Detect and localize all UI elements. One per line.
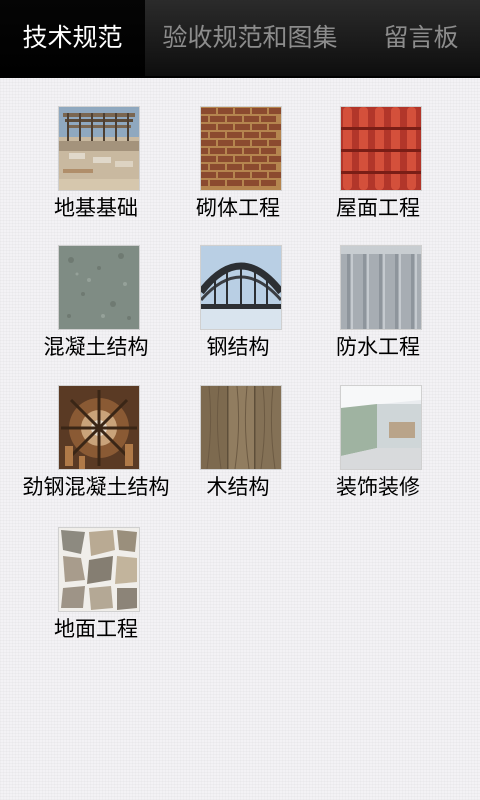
steel-reinforcement-image — [58, 385, 140, 470]
grid-item-decoration[interactable]: 装饰装修 — [298, 357, 458, 499]
grid-item-label: 地面工程 — [54, 617, 138, 641]
grid-item-waterproofing[interactable]: 防水工程 — [298, 217, 458, 359]
tab-message-board[interactable]: 留言板 — [362, 0, 480, 76]
wood-planks-image — [200, 385, 282, 470]
grid-item-flooring[interactable]: 地面工程 — [16, 499, 176, 641]
waterproof-roof-image — [340, 245, 422, 330]
grid-item-label: 装饰装修 — [336, 475, 420, 499]
roof-tiles-image — [340, 106, 422, 191]
top-tab-bar: 技术规范 验收规范和图集 留言板 — [0, 0, 480, 78]
grid-item-roofing[interactable]: 屋面工程 — [298, 78, 458, 220]
interior-decoration-image — [340, 385, 422, 470]
category-grid: 地基基础 砌体工程 屋面工程 混凝土结构 钢结构 防水工程 劲钢混凝土结构 木结… — [0, 78, 480, 800]
concrete-surface-image — [58, 245, 140, 330]
stone-floor-image — [58, 527, 140, 612]
steel-bridge-image — [200, 245, 282, 330]
tab-acceptance-specs-atlas[interactable]: 验收规范和图集 — [145, 0, 355, 76]
tab-technical-specs[interactable]: 技术规范 — [0, 0, 145, 76]
foundation-construction-image — [58, 106, 140, 191]
brick-wall-image — [200, 106, 282, 191]
